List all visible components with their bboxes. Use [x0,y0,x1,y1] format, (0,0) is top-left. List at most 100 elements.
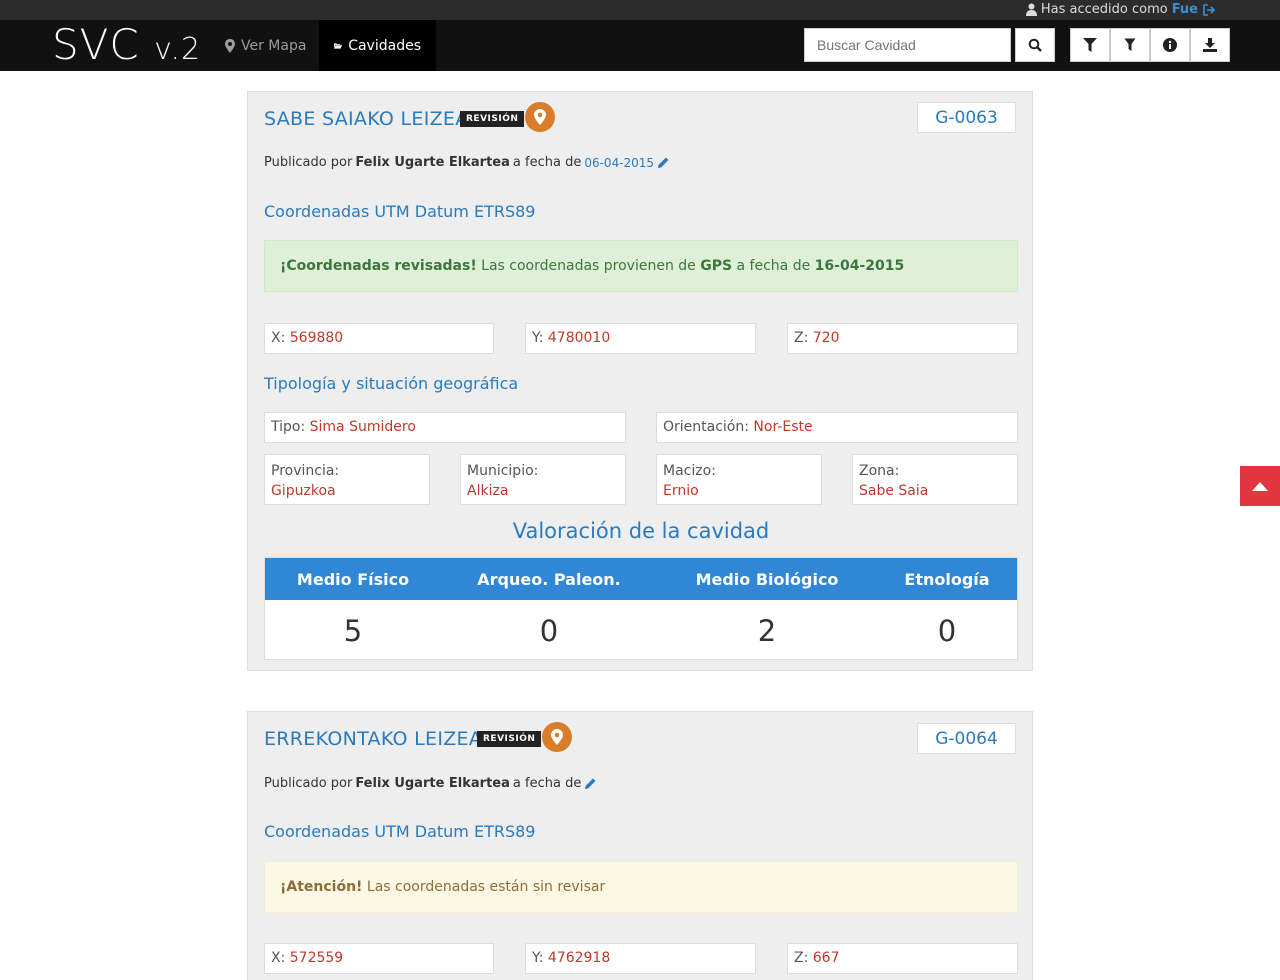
search-input[interactable] [804,28,1011,62]
username-link[interactable]: Fue [1172,2,1198,17]
valuation-table: Medio Físico Arqueo. Paleon. Medio Bioló… [264,557,1018,660]
location-pin-button[interactable] [525,102,555,132]
municipio-label: Municipio: [467,463,539,479]
coord-y-field: Y: 4780010 [525,323,756,354]
alert-text-1: Las coordenadas están sin revisar [366,879,606,895]
provincia-value: Gipuzkoa [271,483,336,499]
filter-alt-button[interactable] [1110,28,1150,62]
brand-logo[interactable]: SVC v.2 [52,22,201,73]
coords-section-title: Coordenadas UTM Datum ETRS89 [264,202,536,221]
scroll-to-top-button[interactable] [1240,466,1280,506]
valuation-value-medio-biologico: 2 [757,614,777,648]
published-prefix: Publicado por [264,776,353,791]
alert-strong: ¡Coordenadas revisadas! [280,258,477,274]
coord-x-field: X: 569880 [264,323,494,354]
search-button[interactable] [1015,28,1055,62]
coord-x-field: X: 572559 [264,943,494,974]
valuation-title: Valoración de la cavidad [512,519,770,543]
coord-x-label: X: [271,950,286,966]
valuation-value-arqueo-paleon: 0 [539,614,559,648]
logged-in-text: Has accedido como [1040,2,1168,17]
orientacion-value: Nor-Este [753,419,813,435]
edit-pencil-icon[interactable] [657,156,670,169]
coords-reviewed-alert: ¡Coordenadas revisadas! Las coordenadas … [264,240,1018,292]
macizo-label: Macizo: [663,463,716,479]
published-prefix: Publicado por [264,155,353,170]
cave-code: G-0064 [917,723,1016,754]
nav-ver-mapa-label: Ver Mapa [241,37,307,54]
nav-cavidades-label: Cavidades [348,37,421,54]
zona-label: Zona: [859,463,900,479]
coord-y-label: Y: [532,950,544,966]
coord-y-field: Y: 4762918 [525,943,756,974]
top-strip: Has accedido como Fue [0,0,1280,20]
info-button[interactable] [1150,28,1190,62]
user-icon [1025,3,1037,16]
login-status: Has accedido como Fue [1025,2,1216,17]
revision-badge: REVISIÓN [460,111,525,127]
valuation-header-medio-fisico: Medio Físico [296,570,410,589]
search-icon [1028,38,1042,52]
coord-z-label: Z: [794,950,809,966]
coord-x-value: 572559 [289,950,344,966]
alert-strong: ¡Atención! [280,879,363,895]
orientacion-label: Orientación: [663,419,749,435]
nav-ver-mapa[interactable]: Ver Mapa [209,20,322,71]
coords-section-title: Coordenadas UTM Datum ETRS89 [264,822,536,841]
municipio-value: Alkiza [467,483,509,499]
cave-code: G-0063 [917,102,1016,133]
alert-source: GPS [700,258,733,274]
caret-up-icon [1252,481,1268,491]
valuation-header-medio-biologico: Medio Biológico [695,570,839,589]
municipio-field: Municipio: Alkiza [460,454,626,505]
valuation-header-arqueo-paleon: Arqueo. Paleon. [477,570,621,589]
logout-icon[interactable] [1202,3,1216,16]
map-marker-icon [534,109,546,125]
coord-x-label: X: [271,330,286,346]
cave-panel: ERREKONTAKO LEIZEA REVISIÓN G-0064 Publi… [247,711,1033,980]
orientacion-field: Orientación: Nor-Este [656,412,1018,443]
date-prefix: a fecha de [512,776,582,791]
filter-outline-icon [1124,38,1136,51]
coord-y-label: Y: [532,330,544,346]
brand-name: SVC [52,20,140,69]
coord-z-value: 720 [812,330,840,346]
coord-z-field: Z: 667 [787,943,1018,974]
valuation-value-medio-fisico: 5 [343,614,363,648]
coord-z-value: 667 [812,950,840,966]
folder-open-icon [334,43,343,49]
coord-y-value: 4762918 [547,950,611,966]
provincia-field: Provincia: Gipuzkoa [264,454,430,505]
location-pin-button[interactable] [542,722,572,752]
cave-panel: SABE SAIAKO LEIZEA REVISIÓN G-0063 Publi… [247,91,1033,671]
edit-pencil-icon[interactable] [584,777,597,790]
tipo-field: Tipo: Sima Sumidero [264,412,626,443]
alert-date: 16-04-2015 [814,258,905,274]
coord-z-label: Z: [794,330,809,346]
info-icon [1163,38,1177,52]
coords-unreviewed-alert: ¡Atención! Las coordenadas están sin rev… [264,861,1018,913]
macizo-field: Macizo: Ernio [656,454,822,505]
revision-badge: REVISIÓN [477,731,542,747]
author-name: Felix Ugarte Elkartea [355,776,510,791]
download-button[interactable] [1190,28,1230,62]
typology-section-title: Tipología y situación geográfica [264,374,519,393]
filter-button[interactable] [1070,28,1110,62]
nav-cavidades[interactable]: Cavidades [319,20,436,71]
coord-x-value: 569880 [289,330,344,346]
download-icon [1203,38,1217,52]
alert-text-2: a fecha de [736,258,811,274]
tipo-label: Tipo: [271,419,306,435]
filter-icon [1083,38,1097,52]
alert-text-1: Las coordenadas provienen de [481,258,696,274]
valuation-header-etnologia: Etnología [904,570,990,589]
zona-value: Sabe Saia [859,483,929,499]
published-info: Publicado por Felix Ugarte Elkartea a fe… [264,776,597,791]
cave-title[interactable]: SABE SAIAKO LEIZEA [264,108,469,130]
valuation-table-header: Medio Físico Arqueo. Paleon. Medio Bioló… [265,558,1017,600]
coord-z-field: Z: 720 [787,323,1018,354]
zona-field: Zona: Sabe Saia [852,454,1018,505]
macizo-value: Ernio [663,483,699,499]
coord-y-value: 4780010 [547,330,611,346]
cave-title[interactable]: ERREKONTAKO LEIZEA [264,728,482,750]
